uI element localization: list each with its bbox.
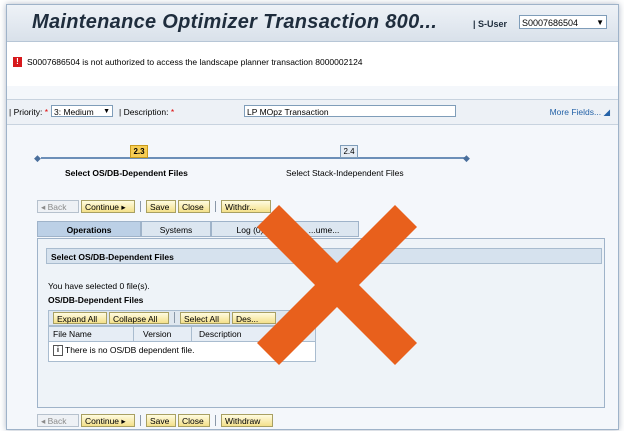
- arrow-right-icon[interactable]: ◆: [463, 153, 470, 164]
- roadmap-line: [41, 157, 466, 159]
- continue-button[interactable]: Continue ▸: [81, 414, 135, 427]
- grid-toolbar: Expand All Collapse All Select All Des..…: [48, 310, 316, 326]
- toolbar-separator: [215, 201, 216, 212]
- more-fields-link[interactable]: More Fields... ◢: [550, 107, 610, 118]
- selected-count: You have selected 0 file(s).: [48, 281, 150, 291]
- table-header: File Name Version Description: [49, 327, 315, 342]
- expand-all-button[interactable]: Expand All: [53, 312, 107, 324]
- empty-table-message: There is no OS/DB dependent file.: [65, 345, 195, 355]
- description-label: | Description: *: [119, 107, 175, 117]
- roadmap-step-label: Select Stack-Independent Files: [286, 168, 404, 178]
- priority-select[interactable]: 3: Medium ▼: [51, 105, 113, 117]
- continue-button[interactable]: Continue ▸: [81, 200, 135, 213]
- page-title: Maintenance Optimizer Transaction 800...: [32, 11, 438, 33]
- chevron-down-icon: ▼: [103, 108, 110, 115]
- tab-systems[interactable]: Systems: [141, 221, 211, 237]
- field-bar: | Priority: * 3: Medium ▼ | Description:…: [7, 99, 618, 125]
- close-button[interactable]: Close: [178, 414, 210, 427]
- column-separator: [191, 327, 192, 341]
- suser-label: | S-User: [473, 19, 508, 29]
- roadmap-step-2-4[interactable]: 2.4: [340, 145, 358, 158]
- toolbar-separator: [140, 201, 141, 212]
- toolbar-separator: [215, 415, 216, 426]
- save-button[interactable]: Save: [146, 414, 176, 427]
- app-window: Maintenance Optimizer Transaction 800...…: [6, 4, 619, 430]
- message-bar: ! S0007686504 is not authorized to acces…: [7, 42, 618, 86]
- roadmap-step-2-3[interactable]: 2.3: [130, 145, 148, 158]
- suser-value: S0007686504: [522, 18, 579, 28]
- select-all-button[interactable]: Select All: [180, 312, 230, 324]
- column-separator: [133, 327, 134, 341]
- save-button[interactable]: Save: [146, 200, 176, 213]
- roadmap: ◆ ◆ 2.3 2.4 Select OS/DB-Dependent Files…: [7, 125, 618, 185]
- roadmap-step-label: Select OS/DB-Dependent Files: [65, 168, 188, 178]
- files-table: File Name Version Description i There is…: [48, 326, 316, 362]
- toolbar-separator: [140, 415, 141, 426]
- close-button[interactable]: Close: [178, 200, 210, 213]
- column-header[interactable]: File Name: [53, 329, 92, 339]
- back-button[interactable]: ◂ Back: [37, 414, 79, 427]
- info-icon: i: [53, 345, 63, 356]
- title-bar: Maintenance Optimizer Transaction 800...…: [7, 5, 618, 42]
- deselect-button[interactable]: Des...: [232, 312, 276, 324]
- error-message: S0007686504 is not authorized to access …: [27, 57, 363, 67]
- description-input[interactable]: LP MOpz Transaction: [244, 105, 456, 117]
- withdraw-button[interactable]: Withdr...: [221, 200, 271, 213]
- back-button[interactable]: ◂ Back: [37, 200, 79, 213]
- chevron-down-icon: ▼: [596, 18, 604, 27]
- panel-heading: Select OS/DB-Dependent Files: [46, 248, 602, 264]
- tab-operations[interactable]: Operations: [37, 221, 141, 237]
- error-icon: !: [13, 57, 22, 67]
- priority-value: 3: Medium: [54, 107, 94, 117]
- tab-documents[interactable]: ...ume...: [289, 221, 359, 237]
- tab-log[interactable]: Log (0): [211, 221, 289, 237]
- sub-heading: OS/DB-Dependent Files: [48, 295, 144, 305]
- toolbar-separator: [174, 312, 175, 323]
- withdraw-button[interactable]: Withdraw: [221, 414, 273, 427]
- arrow-left-icon[interactable]: ◆: [34, 153, 41, 164]
- priority-label: | Priority: *: [9, 107, 49, 117]
- column-header[interactable]: Version: [143, 329, 171, 339]
- collapse-all-button[interactable]: Collapse All: [109, 312, 169, 324]
- column-header[interactable]: Description: [199, 329, 242, 339]
- suser-select[interactable]: S0007686504 ▼: [519, 15, 607, 29]
- operations-panel: Select OS/DB-Dependent Files You have se…: [37, 238, 605, 408]
